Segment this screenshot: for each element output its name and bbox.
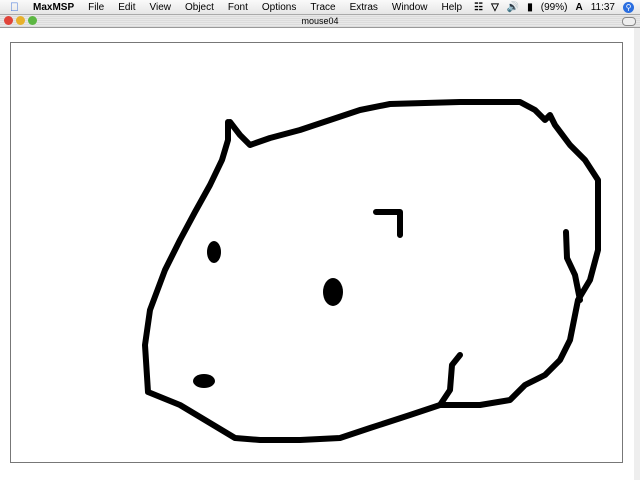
menu-font[interactable]: Font [228,2,248,13]
zoom-button[interactable] [28,16,37,25]
volume-icon[interactable]: 🔊 [507,2,519,13]
spotlight-icon[interactable]: ⚲ [623,1,634,13]
menu-window[interactable]: Window [392,2,428,13]
minimize-button[interactable] [16,16,25,25]
battery-percent: (99%) [540,1,568,13]
menu-extras[interactable]: Extras [350,2,378,13]
scrollbar[interactable] [634,28,640,480]
menu-file[interactable]: File [88,2,104,13]
close-button[interactable] [4,16,13,25]
battery-icon[interactable]: ▮ [527,2,533,13]
toolbar-toggle-button[interactable] [622,17,636,26]
menu-help[interactable]: Help [442,2,463,13]
clock[interactable]: 11:37 [591,2,615,13]
window-titlebar[interactable]: mouse04 [0,15,640,28]
menu-options[interactable]: Options [262,2,296,13]
menu-object[interactable]: Object [185,2,214,13]
menu-trace[interactable]: Trace [310,2,335,13]
input-menu-icon[interactable]: A [575,2,582,13]
menu-edit[interactable]: Edit [118,2,135,13]
menu-view[interactable]: View [149,2,171,13]
drawing-canvas[interactable] [10,42,623,463]
menu-app[interactable]: MaxMSP [33,2,74,13]
wifi-icon[interactable]: ▽ [491,2,499,13]
apple-menu-icon[interactable]:  [10,0,19,14]
menu-bar:  MaxMSP File Edit View Object Font Opti… [0,0,640,15]
window-title: mouse04 [301,16,339,26]
script-icon[interactable]: ☷ [474,2,483,13]
